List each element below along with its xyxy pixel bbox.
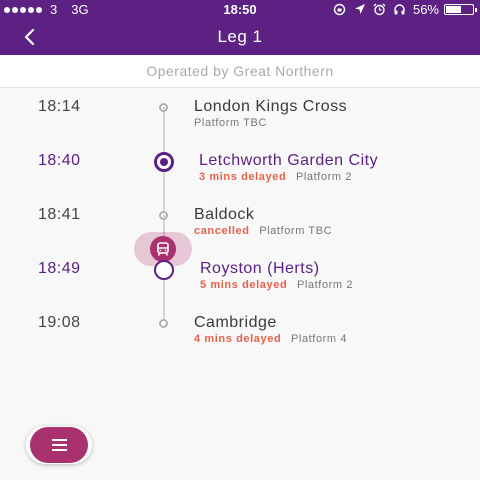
battery-icon xyxy=(444,4,477,15)
stop-platform: Platform TBC xyxy=(194,117,268,129)
status-bar-right: 56% xyxy=(333,2,477,17)
navigation-bar: Leg 1 xyxy=(0,19,480,55)
next-stop-marker xyxy=(154,260,174,280)
stop-name: Baldock xyxy=(194,206,255,223)
stop-platform: Platform 2 xyxy=(296,279,354,291)
stop-name: London Kings Cross xyxy=(194,98,348,115)
stop-marker xyxy=(159,103,168,112)
stop-name: Royston (Herts) xyxy=(200,260,320,277)
delay-status: 5 mins delayed xyxy=(200,279,288,291)
rotation-lock-icon xyxy=(333,3,347,16)
page-title: Leg 1 xyxy=(217,27,263,46)
operator-banner: Operated by Great Northern xyxy=(0,55,480,88)
stop-platform: Platform 2 xyxy=(295,171,353,183)
stop-details: 5 mins delayed Platform 2 xyxy=(200,279,353,291)
delay-status: 4 mins delayed xyxy=(194,333,282,345)
stop-row-letchworth-garden-city[interactable]: 18:40 Letchworth Garden City 3 mins dela… xyxy=(0,152,480,196)
stop-name: Cambridge xyxy=(194,314,277,331)
stop-time: 18:41 xyxy=(38,206,81,223)
stop-marker xyxy=(159,211,168,220)
stop-details: 4 mins delayed Platform 4 xyxy=(194,333,347,345)
menu-button[interactable] xyxy=(26,426,92,464)
terminus-marker xyxy=(159,319,168,328)
cancelled-status: cancelled xyxy=(194,225,250,237)
stop-details: 3 mins delayed Platform 2 xyxy=(199,171,352,183)
stop-row-baldock[interactable]: 18:41 Baldock cancelled Platform TBC xyxy=(0,206,480,250)
stop-name: Letchworth Garden City xyxy=(199,152,379,169)
stop-details: cancelled Platform TBC xyxy=(194,225,332,237)
stop-time: 18:40 xyxy=(38,152,81,169)
stop-row-london-kings-cross[interactable]: 18:14 London Kings Cross Platform TBC xyxy=(0,98,480,142)
train-icon xyxy=(150,236,176,262)
stop-row-royston[interactable]: 18:49 Royston (Herts) 5 mins delayed Pla… xyxy=(0,260,480,304)
stop-details: Platform TBC xyxy=(194,117,267,129)
location-arrow-icon xyxy=(353,3,367,16)
stop-time: 19:08 xyxy=(38,314,81,331)
menu-icon xyxy=(30,427,88,463)
screen: 3 3G 18:50 56% Leg 1 Operated by Great N… xyxy=(0,0,480,480)
stop-row-cambridge[interactable]: 19:08 Cambridge 4 mins delayed Platform … xyxy=(0,314,480,358)
stop-platform: Platform 4 xyxy=(290,333,348,345)
stop-time: 18:14 xyxy=(38,98,81,115)
stop-platform: Platform TBC xyxy=(259,225,333,237)
current-stop-marker xyxy=(154,152,174,172)
battery-percentage: 56% xyxy=(412,2,439,17)
headphones-icon xyxy=(393,3,407,16)
delay-status: 3 mins delayed xyxy=(199,171,287,183)
status-bar: 3 3G 18:50 56% xyxy=(0,0,480,19)
alarm-icon xyxy=(373,3,387,16)
stop-time: 18:49 xyxy=(38,260,81,277)
